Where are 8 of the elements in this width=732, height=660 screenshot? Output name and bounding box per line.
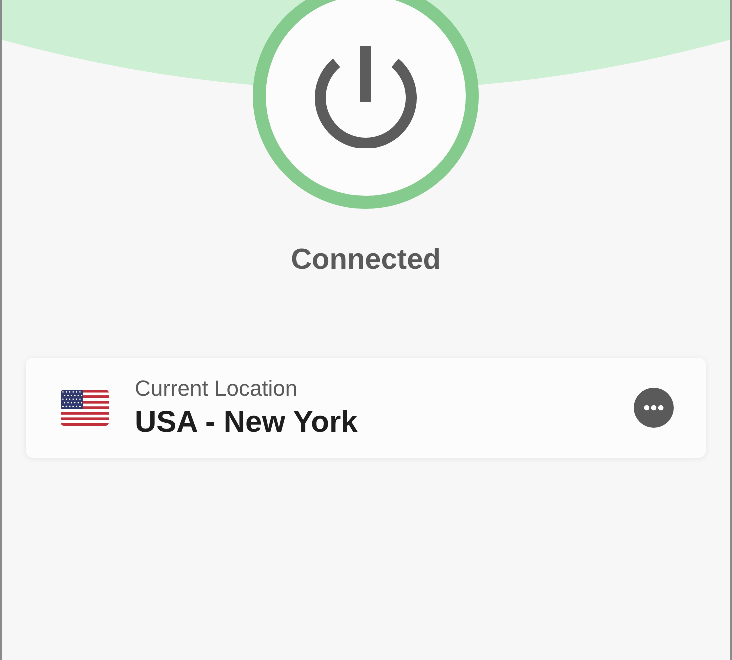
more-options-button[interactable] [634,388,674,428]
ellipsis-icon [644,405,664,411]
connection-status: Connected [291,243,441,277]
location-name: USA - New York [135,406,359,440]
power-icon [315,46,417,148]
location-card[interactable]: Current Location USA - New York [26,358,706,458]
location-caption: Current Location [135,376,299,402]
flag-icon [61,390,109,426]
